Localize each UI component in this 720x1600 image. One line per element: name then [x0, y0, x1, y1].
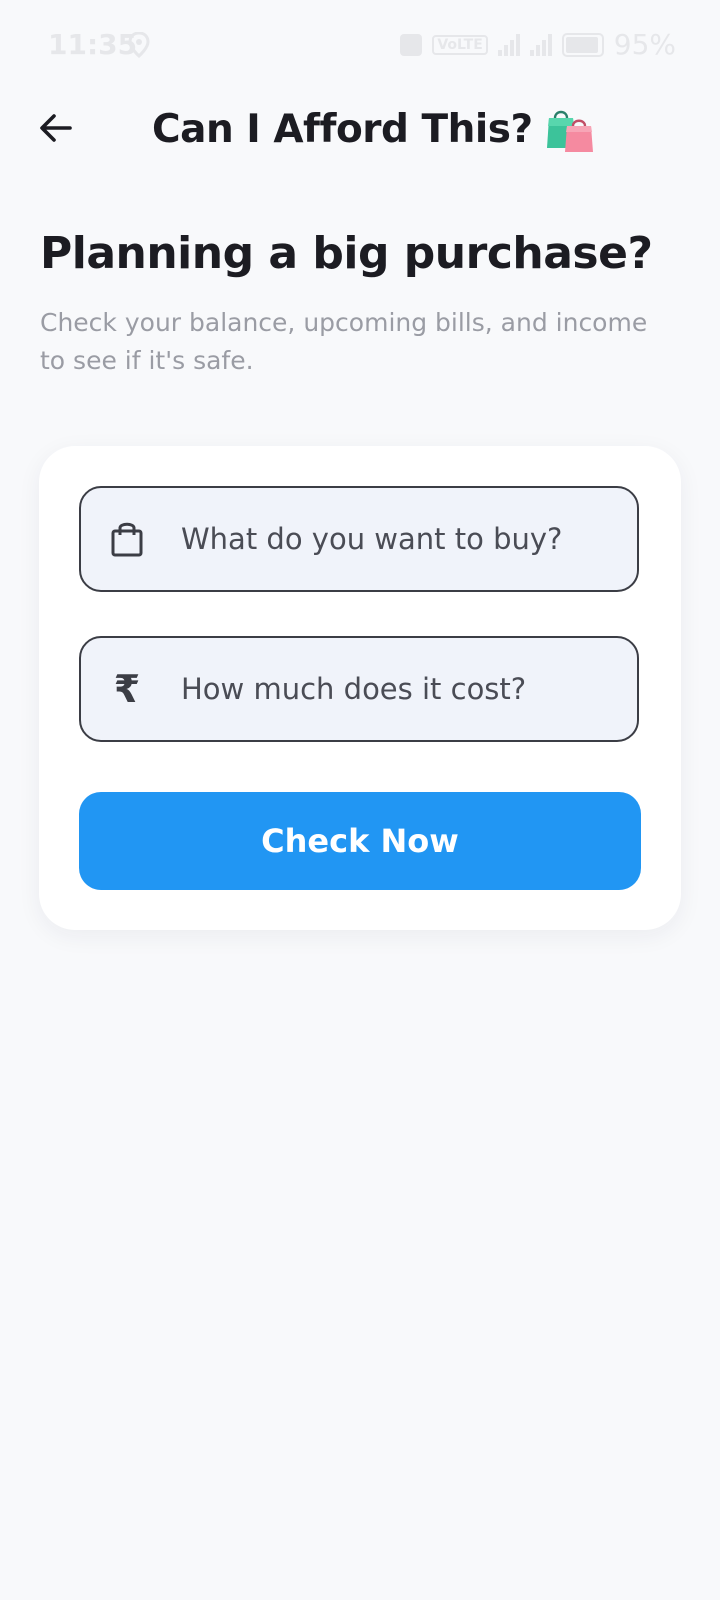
item-field[interactable]: [79, 486, 639, 592]
shopping-bag-icon: [109, 519, 145, 559]
battery-percent: 95%: [613, 28, 676, 61]
rupee-glyph: ₹: [113, 667, 141, 711]
section-description: Check your balance, upcoming bills, and …: [40, 308, 648, 375]
cost-input[interactable]: [181, 638, 621, 740]
status-time: 11:35: [48, 28, 138, 61]
notification-icon: [400, 33, 423, 56]
page-title-text: Can I Afford This?: [152, 106, 533, 152]
battery-icon: [561, 32, 604, 57]
purchase-form-card: ₹ Check Now: [39, 446, 681, 930]
arrow-left-icon: [40, 114, 72, 142]
cost-field[interactable]: ₹: [79, 636, 639, 742]
signal-icon: [497, 33, 520, 56]
section-heading: Planning a big purchase?: [40, 228, 653, 279]
shopping-bags-icon: [545, 104, 595, 154]
back-button[interactable]: [34, 106, 78, 150]
check-now-button[interactable]: Check Now: [79, 792, 641, 890]
page-title: Can I Afford This?: [152, 104, 595, 154]
app-bar: Can I Afford This?: [0, 92, 720, 172]
signal-icon-secondary: [529, 33, 552, 56]
volte-badge: VoLTE: [432, 34, 488, 55]
status-icons: VoLTE 95%: [400, 28, 676, 61]
location-icon: [128, 31, 150, 65]
rupee-icon: ₹: [109, 669, 145, 709]
item-input[interactable]: [181, 488, 621, 590]
status-bar: 11:35 VoLTE 95%: [0, 0, 720, 90]
